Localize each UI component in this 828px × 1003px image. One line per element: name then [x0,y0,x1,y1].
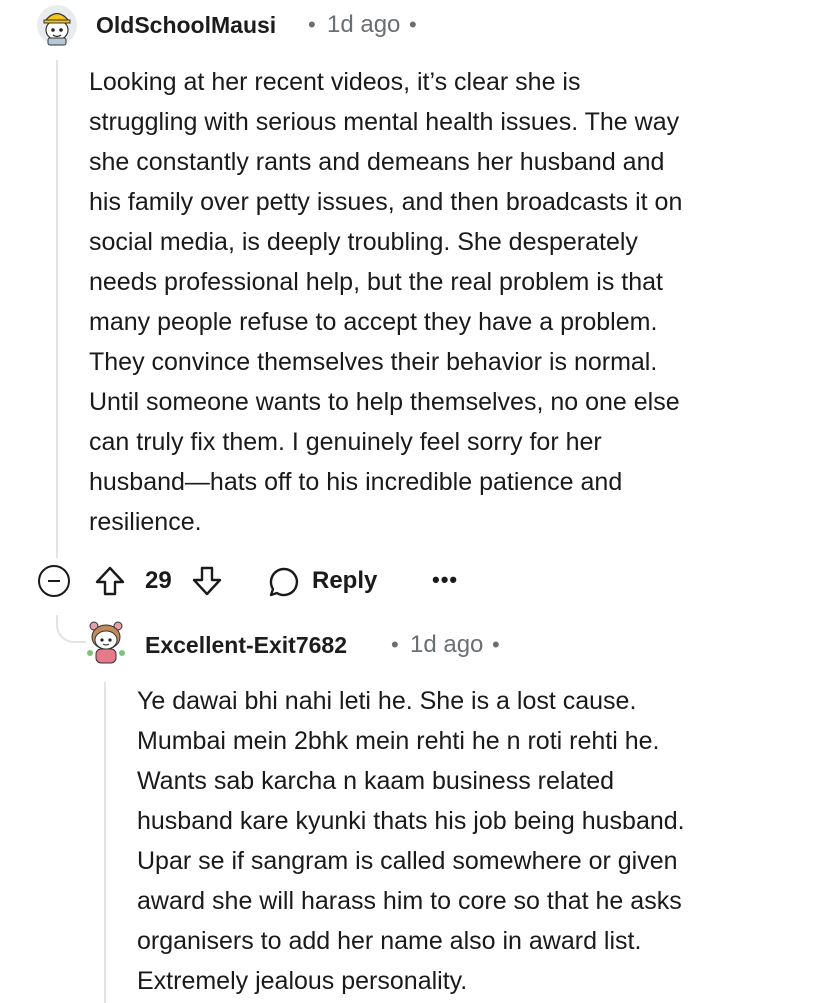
snoo-avatar-icon [87,621,125,664]
comment-body-line: resilience. [89,508,202,536]
comment-body-line: Until someone wants to help themselves, … [89,388,680,416]
comment-body-line: she constantly rants and demeans her hus… [89,148,665,176]
comment-body: Looking at her recent videos, it’s clear… [89,62,799,542]
thread-line[interactable] [104,682,106,1003]
reply-body-line: Extremely jealous personality. [137,967,468,995]
vote-count: 29 [145,567,172,594]
reply-body-line: Ye dawai bhi nahi leti he. She is a lost… [137,687,637,715]
meta-separator: • [492,632,500,657]
more-dots-icon[interactable]: ••• [432,564,458,596]
comment-body-line: can truly fix them. I genuinely feel sor… [89,428,602,456]
thread-connector [56,615,86,643]
comment-body-line: his family over petty issues, and then b… [89,188,683,216]
comment-body-line: Looking at her recent videos, it’s clear… [89,68,581,96]
meta-separator: • [391,632,399,657]
collapse-minus-icon[interactable] [38,565,70,597]
reply-body-line: Wants sab karcha n kaam business related [137,767,615,795]
comment-body-line: husband—hats off to his incredible patie… [89,468,623,496]
snoo-avatar-icon [37,5,77,46]
comment-username[interactable]: OldSchoolMausi [96,10,276,40]
reply-body-line: Upar se if sangram is called somewhere o… [137,847,678,875]
speech-bubble-icon[interactable] [268,566,300,598]
user-avatar[interactable] [84,617,128,667]
comment-timestamp[interactable]: 1d ago [327,10,400,40]
reply-body-line: husband kare kyunki thats his job being … [137,807,685,835]
user-avatar[interactable] [36,4,78,46]
comment-body-line: struggling with serious mental health is… [89,108,680,136]
meta-separator: • [308,12,316,37]
comment-body-line: social media, is deeply troubling. She d… [89,228,638,256]
meta-separator: • [409,12,417,37]
comment-body-line: They convince themselves their behavior … [89,348,658,376]
reply-button[interactable]: Reply [312,565,377,597]
comment-body-line: needs professional help, but the real pr… [89,268,663,296]
comment-body-line: many people refuse to accept they have a… [89,308,658,336]
downvote-arrow-icon[interactable] [190,564,224,598]
reply-body-line: organisers to add her name also in award… [137,927,642,955]
reply-body: Ye dawai bhi nahi leti he. She is a lost… [137,681,817,1001]
reply-timestamp[interactable]: 1d ago [410,630,483,660]
reply-username[interactable]: Excellent-Exit7682 [145,630,347,660]
reply-body-line: award she will harass him to core so tha… [137,887,682,915]
upvote-arrow-icon[interactable] [93,564,127,598]
reply-body-line: Mumbai mein 2bhk mein rehti he n roti re… [137,727,660,755]
thread-line[interactable] [56,60,58,558]
